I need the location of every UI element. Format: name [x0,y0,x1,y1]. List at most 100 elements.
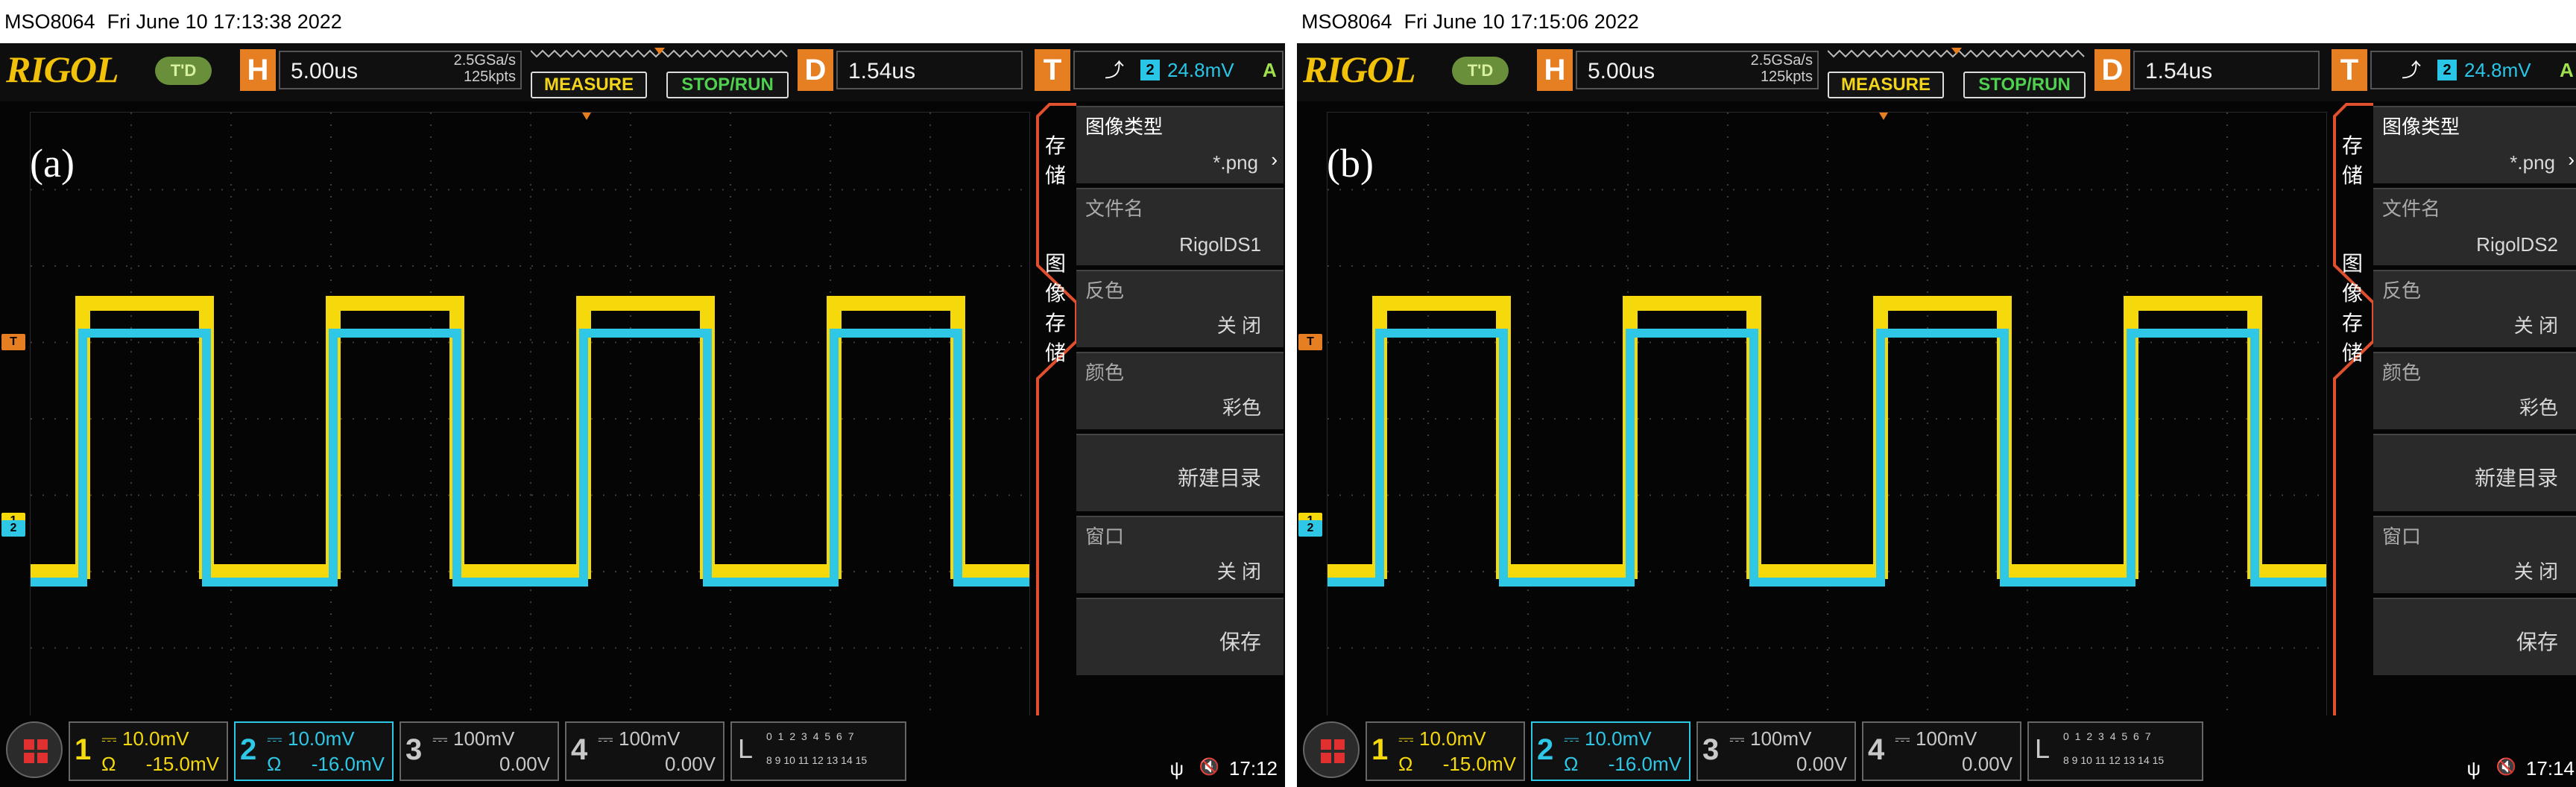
datetime-label: Fri June 10 17:13:38 2022 [107,10,342,33]
channel-1-box[interactable]: 1 ⎓ 10.0mV Ω -15.0mV [1366,721,1525,781]
trigger-label[interactable]: T [2332,49,2367,91]
rising-edge-icon: ⤴ [2402,59,2422,81]
stop-run-button[interactable]: STOP/RUN [666,72,789,98]
menu-item-value: *.png [2510,151,2555,174]
menu-item-4[interactable]: 新建目录 [2373,434,2576,511]
channel-offset: 0.00V [1796,753,1847,775]
menu-item-value: 关 闭 [1216,560,1261,583]
trigger-mode: A [2560,59,2574,81]
channel-offset: 0.00V [665,753,716,775]
menu-item-value: RigolDS2 [2476,233,2558,256]
speaker-muted-icon[interactable]: 🔇 [1199,757,1219,777]
menu-item-label: 反色 [1085,279,1125,302]
dc-coupling-icon: ⎓ [1398,727,1419,750]
menu-item-value: 彩色 [2519,396,2558,419]
ch2-offset-marker[interactable]: 2 [1,520,25,537]
la-letter: L [738,733,754,764]
channel-2-trace [31,329,1029,587]
trigger-field[interactable]: ⤴ 2 24.8mV A [2370,51,2576,89]
channel-3-box[interactable]: 3 ⎓ 100mV 0.00V [1696,721,1856,781]
channel-scale: ⎓ 100mV [1895,727,1977,751]
trigger-label[interactable]: T [1035,49,1070,91]
menu-item-1[interactable]: 文件名 RigolDS1 [1076,188,1284,265]
measure-button[interactable]: MEASURE [531,72,647,98]
measure-button[interactable]: MEASURE [1828,72,1944,98]
channel-4-box[interactable]: 4 ⎓ 100mV 0.00V [1862,721,2021,781]
trigger-field[interactable]: ⤴ 2 24.8mV A [1073,51,1284,89]
waveform-grid[interactable] [30,112,1030,724]
menu-item-5[interactable]: 窗口关 闭 [1076,516,1284,593]
menu-item-3[interactable]: 颜色 彩色 [1076,352,1284,429]
menu-item-label: 窗口 [2382,525,2422,548]
channel-scale-value: 10.0mV [1418,727,1486,750]
menu-item-3[interactable]: 颜色 彩色 [2373,352,2576,429]
trigger-source: 2 [1140,60,1160,80]
menu-item-value: 关 闭 [1216,315,1261,337]
side-tab-char: 存 [1044,312,1066,335]
menu-item-value-prefix: * [2510,151,2518,174]
home-button[interactable] [6,721,63,778]
menu-item-4[interactable]: 新建目录 [1076,434,1284,511]
menu-item-value-prefix: * [1213,151,1221,174]
delay-label[interactable]: D [2094,49,2130,91]
dc-coupling-icon: ⎓ [101,727,122,750]
channel-2-box[interactable]: 2 ⎓ 10.0mV Ω -16.0mV [1531,721,1690,781]
bottom-bar: 1 ⎓ 10.0mV Ω -15.0mV 2 ⎓ 10.0mV Ω -16.0mV 3 ⎓ 100… [0,715,1285,787]
trigger-level-marker[interactable]: T [1298,334,1322,350]
menu-item-1[interactable]: 文件名 RigolDS2 [2373,188,2576,265]
channel-number: 2 [240,733,257,766]
sample-info: 2.5GSa/s 125kpts [411,52,516,85]
td-indicator[interactable]: T'D [155,57,212,85]
datetime-label: Fri June 10 17:15:06 2022 [1404,10,1639,33]
menu-item-6[interactable]: 保存 [2373,598,2576,675]
home-grid-icon-cell [37,753,48,763]
side-tab-char: 储 [2341,164,2363,187]
channel-2-box[interactable]: 2 ⎓ 10.0mV Ω -16.0mV [234,721,394,781]
channel-3-box[interactable]: 3 ⎓ 100mV 0.00V [400,721,559,781]
logic-analyzer-box[interactable]: L 0 1 2 3 4 5 6 7 8 9 10 11 12 13 14 15 [730,721,906,781]
channel-scale: ⎓ 10.0mV [1398,727,1486,751]
waveform-position-bar [1828,48,2085,58]
menu-item-label: 文件名 [2382,197,2441,220]
menu-item-2[interactable]: 反色关 闭 [1076,270,1284,347]
stop-run-button[interactable]: STOP/RUN [1963,72,2086,98]
la-row1: 0 1 2 3 4 5 6 7 [766,730,856,742]
menu-item-0[interactable]: 图像类型 › *.png [2373,106,2576,183]
menu-item-0[interactable]: 图像类型 › *.png [1076,106,1284,183]
menu-item-label: 窗口 [1085,525,1125,548]
sample-rate: 2.5GSa/s [1750,52,1813,69]
status-line: MSO8064 Fri June 10 17:13:38 2022 [0,0,1285,43]
logic-analyzer-box[interactable]: L 0 1 2 3 4 5 6 7 8 9 10 11 12 13 14 15 [2027,721,2203,781]
chevron-right-icon: › [2568,148,2575,171]
menu-item-value-text: .png [2517,151,2555,174]
channel-1-box[interactable]: 1 ⎓ 10.0mV Ω -15.0mV [69,721,228,781]
horizontal-label[interactable]: H [1537,49,1573,91]
dc-coupling-icon: ⎓ [432,727,453,750]
ch2-offset-marker[interactable]: 2 [1298,520,1322,537]
td-indicator[interactable]: T'D [1452,57,1509,85]
menu-item-label: 颜色 [1085,361,1125,384]
horizontal-label[interactable]: H [240,49,276,91]
waveform-display [1328,113,2326,722]
delay-field[interactable]: 1.54us [2133,51,2320,89]
menu-item-5[interactable]: 窗口关 闭 [2373,516,2576,593]
usb-icon: ψ [2466,757,2481,780]
delay-label[interactable]: D [798,49,833,91]
menu-outline [2333,103,2375,784]
channel-scale: ⎓ 10.0mV [267,727,355,751]
scope-screen: RIGOL T'D H 5.00us 2.5GSa/s 125kpts MEAS… [0,43,1285,787]
home-button[interactable] [1303,721,1360,778]
speaker-muted-icon[interactable]: 🔇 [2496,757,2516,777]
delay-field[interactable]: 1.54us [836,51,1023,89]
waveform-grid[interactable] [1327,112,2327,724]
channel-4-box[interactable]: 4 ⎓ 100mV 0.00V [565,721,724,781]
trigger-level-marker[interactable]: T [1,334,25,350]
channel-offset: -16.0mV [311,753,385,775]
menu-item-2[interactable]: 反色关 闭 [2373,270,2576,347]
memory-depth: 125kpts [1760,69,1813,85]
trigger-source: 2 [2437,60,2457,80]
menu-item-6[interactable]: 保存 [1076,598,1284,675]
side-tab-char: 储 [1044,164,1066,187]
home-grid-icon-cell [1334,753,1345,763]
channel-number: 3 [1702,733,1720,766]
